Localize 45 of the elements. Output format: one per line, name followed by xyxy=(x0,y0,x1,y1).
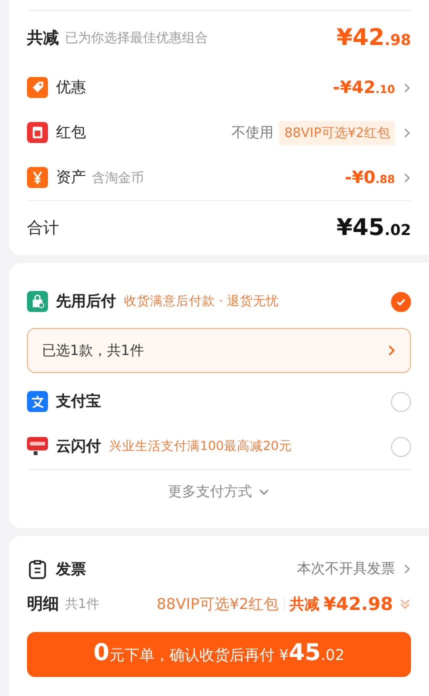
chevron-down-icon xyxy=(258,488,270,496)
chevron-right-icon[interactable] xyxy=(403,563,411,575)
radio-button[interactable] xyxy=(391,392,411,412)
payment-name: 云闪付 xyxy=(56,437,101,456)
chevron-right-icon[interactable] xyxy=(403,126,411,138)
tag-icon xyxy=(27,77,48,98)
discount-label: 资产 xyxy=(56,168,86,187)
total-discount: ¥42.98 xyxy=(336,25,411,51)
total-amount: ¥45.02 xyxy=(336,215,411,241)
radio-button[interactable] xyxy=(391,436,411,456)
payment-promo: 收货满意后付款 · 退货无忧 xyxy=(124,293,279,310)
more-payments-button[interactable]: 更多支付方式 xyxy=(162,482,276,502)
total-label: 合计 xyxy=(27,218,59,238)
discount-label: 优惠 xyxy=(56,78,86,97)
chevron-right-icon xyxy=(387,344,396,357)
invoice-value[interactable]: 本次不开具发票 xyxy=(297,560,395,578)
clipboard-icon xyxy=(27,558,48,580)
double-chevron-down-icon[interactable] xyxy=(399,598,411,610)
payment-promo: 兴业生活支付满100最高减20元 xyxy=(109,438,292,455)
submit-order-button[interactable]: 0元下单，确认收货后再付 ¥45.02 xyxy=(27,632,411,677)
details-label: 明细 xyxy=(27,594,59,614)
discount-amount: -¥0.88 xyxy=(344,168,395,188)
radio-button[interactable] xyxy=(391,292,411,312)
summary-hint: 已为你选择最佳优惠组合 xyxy=(65,30,208,47)
discount-note: 含淘金币 xyxy=(92,170,144,186)
payment-name: 支付宝 xyxy=(56,392,101,411)
vip-packet-note: 88VIP可选¥2红包 xyxy=(156,594,279,614)
invoice-label: 发票 xyxy=(56,560,86,578)
payment-name: 先用后付 xyxy=(56,292,116,311)
chevron-right-icon[interactable] xyxy=(403,172,411,184)
saving-amount: ¥42.98 xyxy=(324,594,393,614)
shopping-bag-icon xyxy=(27,291,48,312)
discount-amount: -¥42.10 xyxy=(332,78,395,98)
saving-label: 共减 xyxy=(290,594,320,614)
yen-icon xyxy=(27,167,48,188)
selected-items-button[interactable]: 已选1款，共1件 xyxy=(27,328,411,373)
cloud-pay-icon xyxy=(27,436,48,457)
vip-packet-badge: 88VIP可选¥2红包 xyxy=(279,120,395,144)
alipay-icon xyxy=(27,391,48,412)
chevron-right-icon[interactable] xyxy=(403,82,411,94)
envelope-icon xyxy=(27,122,48,143)
summary-label: 共减 xyxy=(27,28,59,48)
item-count: 共1件 xyxy=(65,596,100,613)
packet-status: 不使用 xyxy=(231,124,274,142)
discount-label: 红包 xyxy=(56,123,86,142)
